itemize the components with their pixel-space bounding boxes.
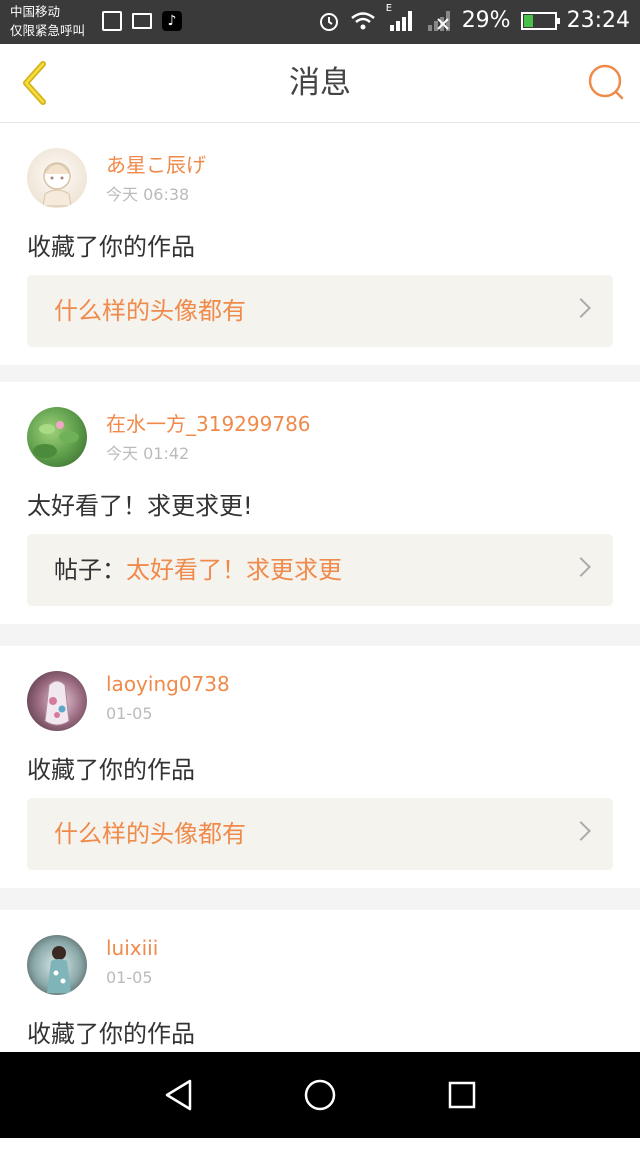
page-title: 消息 [289, 65, 351, 101]
quote-text: 帖子：太好看了！求更求更 [54, 534, 342, 606]
quote-body: 太好看了！求更求更 [126, 556, 342, 584]
avatar[interactable] [27, 671, 87, 731]
gallery-icon [102, 11, 122, 31]
signal-icon: E [386, 3, 414, 33]
quoted-content[interactable]: 帖子：太好看了！求更求更 [27, 534, 613, 606]
quote-text: 什么样的头像都有 [54, 275, 246, 347]
message-time: 今天 01:42 [106, 444, 190, 463]
tiktok-icon: ♪ [162, 11, 182, 31]
username[interactable]: あ星こ辰げ [106, 149, 206, 178]
carrier-info: 中国移动 仅限紧急呼叫 [10, 2, 85, 40]
nav-home-button[interactable] [275, 1052, 365, 1138]
message-time: 01-05 [106, 704, 153, 723]
battery-icon [520, 11, 560, 30]
header: 消息 [0, 44, 640, 123]
triangle-back-icon [165, 1079, 192, 1111]
signal-no-sim-icon [427, 10, 450, 31]
status-bar: 中国移动 仅限紧急呼叫 ♪ E 29% 23:24 [0, 0, 640, 44]
message-time: 今天 06:38 [106, 185, 190, 204]
message-card[interactable]: 在水一方_319299786 今天 01:42 太好看了！求更求更! 帖子：太好… [0, 382, 640, 624]
message-card[interactable]: あ星こ辰げ 今天 06:38 收藏了你的作品 什么样的头像都有 [0, 123, 640, 365]
battery-percent: 29% [461, 8, 511, 33]
network-type-label: E [385, 2, 393, 14]
square-recents-icon [448, 1081, 476, 1109]
navigation-bar [0, 1052, 640, 1138]
keyboard-icon [132, 13, 152, 29]
alarm-icon [319, 12, 338, 31]
message-text: 太好看了！求更求更! [27, 492, 253, 520]
carrier-name: 中国移动 [10, 4, 61, 19]
chevron-right-icon [571, 821, 591, 841]
nav-recents-button[interactable] [417, 1052, 507, 1138]
wifi-icon [350, 11, 375, 29]
quote-body: 什么样的头像都有 [54, 297, 246, 325]
quote-body: 什么样的头像都有 [54, 820, 246, 848]
circle-home-icon [304, 1079, 336, 1111]
search-icon[interactable] [586, 62, 626, 102]
quoted-content[interactable]: 什么样的头像都有 [27, 275, 613, 347]
emergency-only-label: 仅限紧急呼叫 [10, 23, 86, 38]
message-text: 收藏了你的作品 [27, 1020, 195, 1048]
username[interactable]: laoying0738 [106, 672, 230, 696]
message-time: 01-05 [106, 968, 153, 987]
quoted-content[interactable]: 什么样的头像都有 [27, 798, 613, 870]
clock: 23:24 [566, 8, 630, 33]
avatar[interactable] [27, 407, 87, 467]
nav-back-button[interactable] [134, 1052, 224, 1138]
username[interactable]: luixiii [106, 936, 158, 960]
message-text: 收藏了你的作品 [27, 233, 195, 261]
avatar[interactable] [27, 148, 87, 208]
message-text: 收藏了你的作品 [27, 756, 195, 784]
chevron-right-icon [571, 557, 591, 577]
avatar[interactable] [27, 935, 87, 995]
quote-text: 什么样的头像都有 [54, 798, 246, 870]
message-card[interactable]: laoying0738 01-05 收藏了你的作品 什么样的头像都有 [0, 646, 640, 888]
username[interactable]: 在水一方_319299786 [106, 408, 311, 437]
chevron-right-icon [571, 298, 591, 318]
quote-prefix: 帖子： [54, 556, 126, 584]
status-right: E 29% 23:24 [318, 3, 630, 33]
notification-icons: ♪ [102, 11, 182, 31]
